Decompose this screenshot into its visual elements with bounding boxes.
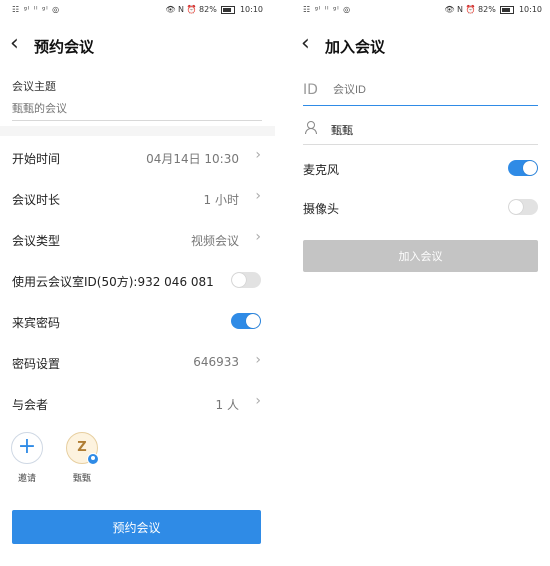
subject-label: 会议主题 <box>12 80 56 93</box>
microphone-toggle[interactable] <box>508 160 538 176</box>
status-time: 10:10 <box>518 5 542 14</box>
plus-icon: + <box>11 432 43 464</box>
chevron-right-icon: › <box>255 229 261 245</box>
participant-name: 甄甄 <box>72 474 91 484</box>
invite-button[interactable]: + 邀请 <box>7 432 47 484</box>
status-right: 👁 N ⏰ 82% 10:10 <box>165 5 263 14</box>
meeting-type-row[interactable]: 会议类型 视频会议 › <box>0 219 275 259</box>
input-underline <box>303 105 538 106</box>
row-label: 与会者 <box>12 398 49 412</box>
microphone-row: 麦克风 <box>303 153 538 183</box>
status-indicators: 👁 N ⏰ 82% <box>165 5 217 14</box>
row-label: 密码设置 <box>12 357 61 371</box>
user-icon <box>305 121 317 134</box>
camera-label: 摄像头 <box>303 202 340 216</box>
row-label: 开始时间 <box>12 152 61 166</box>
participants-row[interactable]: 与会者 1 人 › <box>0 383 275 423</box>
toggle-knob <box>232 273 246 287</box>
chevron-right-icon: › <box>255 147 261 163</box>
participant-avatar[interactable]: Z 甄甄 <box>62 432 102 484</box>
join-meeting-screen: ☷ ᵍˡ ˡˡ ᵍˡ ◎ 👁 N ⏰ 82% 10:10 ‹ 加入会议 ID 甄… <box>291 0 550 566</box>
status-bar: ☷ ᵍˡ ˡˡ ᵍˡ ◎ 👁 N ⏰ 82% 10:10 <box>291 0 550 20</box>
meeting-id-field: ID <box>303 74 538 106</box>
name-field[interactable]: 甄甄 <box>303 113 538 145</box>
battery-icon <box>500 5 515 14</box>
user-avatar: Z <box>66 432 99 465</box>
signal-icons: ☷ ᵍˡ ˡˡ ᵍˡ ◎ <box>303 5 352 14</box>
guest-password-toggle[interactable] <box>231 313 261 329</box>
microphone-label: 麦克风 <box>303 163 340 177</box>
camera-toggle[interactable] <box>508 199 538 215</box>
back-arrow-icon[interactable]: ‹ <box>10 32 19 56</box>
name-value: 甄甄 <box>331 124 353 137</box>
row-value: 视频会议 <box>190 234 239 248</box>
person-badge-icon <box>87 453 99 465</box>
schedule-meeting-button[interactable]: 预约会议 <box>12 510 261 544</box>
row-value: 04月14日 10:30 <box>146 152 239 166</box>
title-bar: ‹ 加入会议 <box>291 30 550 60</box>
camera-row: 摄像头 <box>303 192 538 222</box>
chevron-right-icon: › <box>255 188 261 204</box>
avatar-logo: Z <box>77 440 87 455</box>
toggle-knob <box>246 314 260 328</box>
guest-password-row: 来宾密码 <box>0 301 275 341</box>
schedule-meeting-screen: ☷ ᵍˡ ˡˡ ᵍˡ ◎ 👁 N ⏰ 82% 10:10 ‹ 预约会议 会议主题… <box>0 0 275 566</box>
toggle-knob <box>509 200 523 214</box>
start-time-row[interactable]: 开始时间 04月14日 10:30 › <box>0 137 275 177</box>
back-arrow-icon[interactable]: ‹ <box>301 32 310 56</box>
row-label: 会议时长 <box>12 193 61 207</box>
status-time: 10:10 <box>239 5 263 14</box>
battery-icon <box>221 5 236 14</box>
section-divider <box>0 126 275 136</box>
status-bar: ☷ ᵍˡ ˡˡ ᵍˡ ◎ 👁 N ⏰ 82% 10:10 <box>0 0 275 20</box>
row-label: 会议类型 <box>12 234 61 248</box>
row-value: 1 人 <box>215 398 239 412</box>
status-indicators: 👁 N ⏰ 82% <box>444 5 496 14</box>
title-bar: ‹ 预约会议 <box>0 30 275 60</box>
input-underline <box>303 144 538 145</box>
chevron-right-icon: › <box>255 393 261 409</box>
row-value: 646933 <box>193 355 239 369</box>
row-value: 1 小时 <box>203 193 239 207</box>
cloud-room-row: 使用云会议室ID(50方):932 046 081 <box>0 260 275 300</box>
signal-icons: ☷ ᵍˡ ˡˡ ᵍˡ ◎ <box>12 5 61 14</box>
meeting-id-input[interactable] <box>331 78 535 102</box>
row-label: 使用云会议室ID(50方):932 046 081 <box>12 275 214 289</box>
chevron-right-icon: › <box>255 352 261 368</box>
join-meeting-button[interactable]: 加入会议 <box>303 240 538 272</box>
invite-label: 邀请 <box>17 474 36 484</box>
status-right: 👁 N ⏰ 82% 10:10 <box>444 5 542 14</box>
toggle-knob <box>523 161 537 175</box>
page-title: 加入会议 <box>325 38 386 56</box>
row-label: 来宾密码 <box>12 316 61 330</box>
duration-row[interactable]: 会议时长 1 小时 › <box>0 178 275 218</box>
cloud-room-toggle[interactable] <box>231 272 261 288</box>
subject-input[interactable] <box>12 98 262 121</box>
page-title: 预约会议 <box>34 38 95 56</box>
password-setting-row[interactable]: 密码设置 646933 › <box>0 342 275 382</box>
id-prefix: ID <box>303 82 318 98</box>
user-icon-body <box>305 128 317 134</box>
